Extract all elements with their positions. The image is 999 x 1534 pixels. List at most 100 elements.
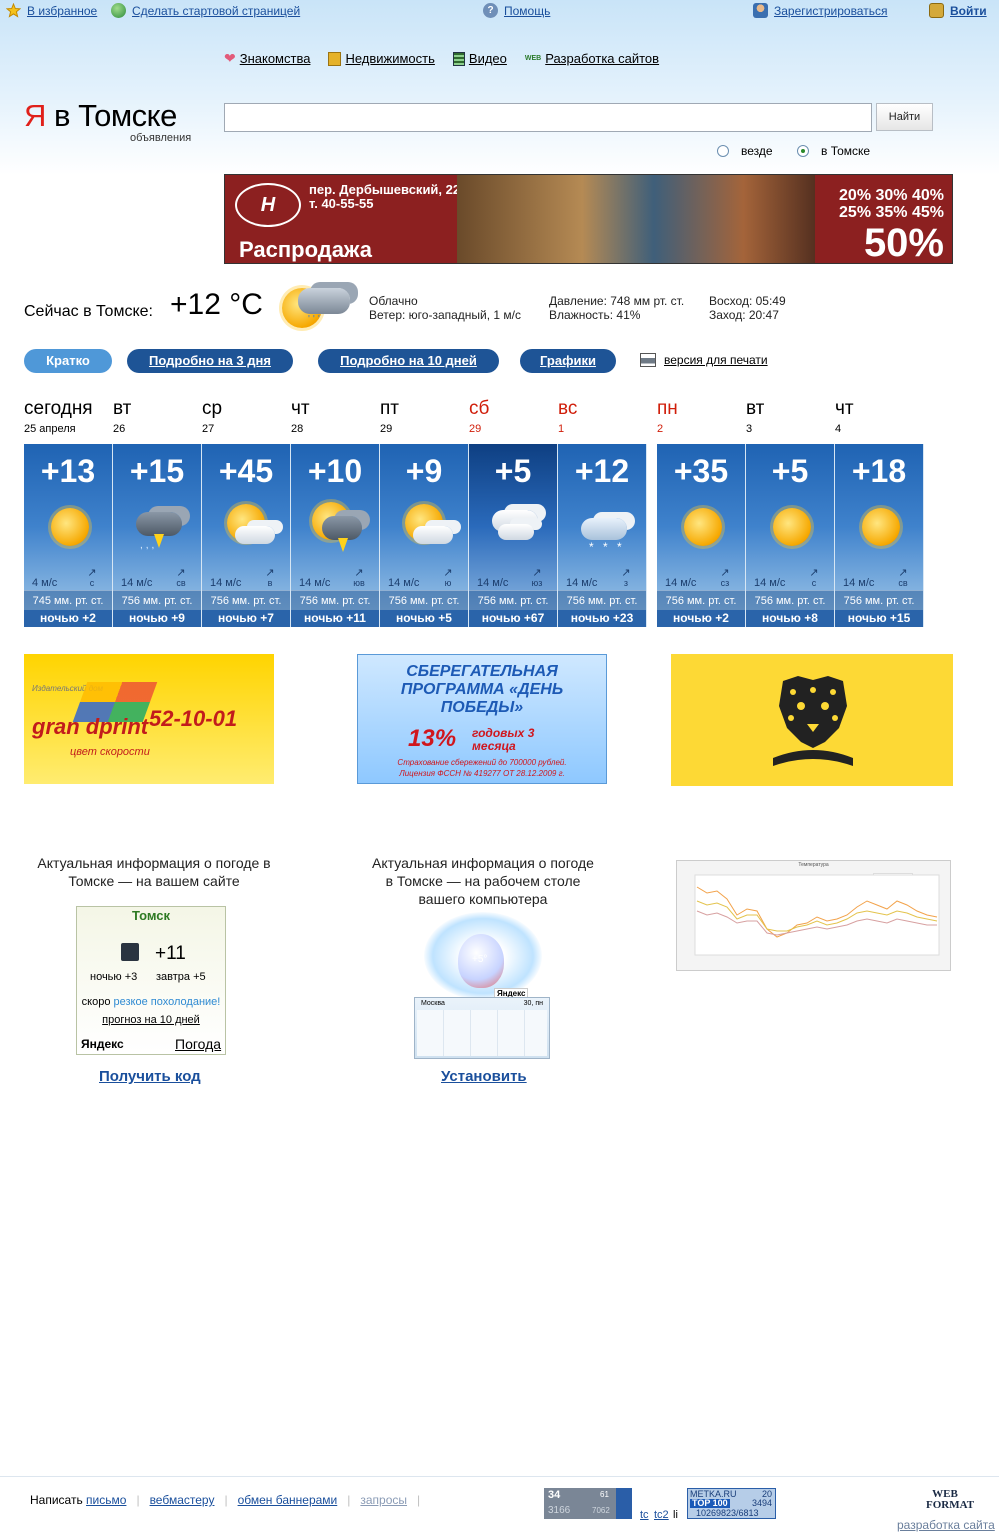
snow-cloud-icon: * * * xyxy=(577,500,629,554)
forecast-day-cell[interactable]: +5 14 м/с ↗ с 756 мм. рт. ст. ночью +8 xyxy=(746,444,835,627)
metka-top100-counter[interactable]: METKA.RU 20 TOP 100 3494 10269823/6813 xyxy=(687,1488,776,1519)
sun-rain-cloud-icon: ''' xyxy=(278,278,354,332)
site-logo[interactable]: Я в Томске xyxy=(24,98,177,134)
tab-brief[interactable]: Кратко xyxy=(24,349,112,373)
night-temp: ночью +2 xyxy=(657,610,745,627)
leopard-ad[interactable] xyxy=(671,654,953,786)
forecast-day-cell[interactable]: +10 14 м/с ↗ юв 756 мм. рт. ст. ночью +11 xyxy=(291,444,380,627)
wind-arrow-icon: ↗ xyxy=(443,567,453,579)
banner-address: пер. Дербышевский, 22 т. 40-55-55 xyxy=(309,182,461,211)
get-code-link[interactable]: Получить код xyxy=(99,1068,201,1085)
banner-discounts: 20% 30% 40% 25% 35% 45% 50% xyxy=(839,187,944,264)
wind-direction: ↗ св xyxy=(893,568,913,589)
furniture-photo xyxy=(457,175,815,263)
building-icon xyxy=(328,51,342,66)
radio-in-city[interactable]: в Томске xyxy=(797,144,870,158)
heart-icon: ❤ xyxy=(224,50,236,66)
footer-link-banner-exchange[interactable]: обмен баннерами xyxy=(238,1493,338,1507)
forecast-day-cell[interactable]: +9 14 м/с ↗ ю 756 мм. рт. ст. ночью +5 xyxy=(380,444,469,627)
wind-speed: 14 м/с xyxy=(566,577,598,589)
print-version-link[interactable]: версия для печати xyxy=(640,353,768,367)
search-button[interactable]: Найти xyxy=(876,103,933,131)
day-header: пт 29 xyxy=(380,398,469,435)
day-header: сб 29 xyxy=(469,398,558,435)
tc2-link[interactable]: tc2 xyxy=(654,1509,669,1521)
forecast-day-cell[interactable]: +13 4 м/с ↗ с 745 мм. рт. ст. ночью +2 xyxy=(24,444,113,627)
wind-speed: 4 м/с xyxy=(32,577,58,589)
wind-arrow-icon: ↗ xyxy=(809,567,819,579)
favorites-link[interactable]: В избранное xyxy=(5,2,97,18)
day-date: 25 апреля xyxy=(24,423,76,435)
day-date: 2 xyxy=(657,423,664,435)
forecast-day-cell[interactable]: +45 14 м/с ↗ в 756 мм. рт. ст. ночью +7 xyxy=(202,444,291,627)
tab-charts[interactable]: Графики xyxy=(520,349,616,373)
day-name: пн xyxy=(657,398,678,419)
day-date: 28 xyxy=(291,423,304,435)
install-link[interactable]: Установить xyxy=(441,1068,527,1085)
night-temp: ночью +9 xyxy=(113,610,201,627)
menu-item-dating[interactable]: ❤ Знакомства xyxy=(224,50,310,67)
sun-icon xyxy=(765,500,817,550)
day-date: 3 xyxy=(746,423,753,435)
menu-item-realty[interactable]: Недвижимость xyxy=(328,50,435,67)
menu-item-video[interactable]: Видео xyxy=(452,50,507,67)
start-page-link[interactable]: Сделать стартовой страницей xyxy=(111,3,300,18)
wind-speed: 14 м/с xyxy=(388,577,420,589)
forecast-day-cell[interactable]: +18 14 м/с ↗ св 756 мм. рт. ст. ночью +15 xyxy=(835,444,924,627)
day-temp: +35 xyxy=(673,453,729,489)
day-header: чт 28 xyxy=(291,398,380,435)
register-link[interactable]: Зарегистрироваться xyxy=(753,3,887,18)
day-name: чт xyxy=(835,398,854,419)
tab-three-days[interactable]: Подробно на 3 дня xyxy=(127,349,293,373)
forecast-day-cell[interactable]: +15,,, 14 м/с ↗ св 756 мм. рт. ст. ночью +9 xyxy=(113,444,202,627)
forecast-day-cell[interactable]: +12 * * * 14 м/с ↗ з 756 мм. рт. ст. ночью +23 xyxy=(558,444,647,627)
forecast-day-cell[interactable]: +5 14 м/с ↗ юз 756 мм. рт. ст. ночью +67 xyxy=(469,444,558,627)
lock-icon xyxy=(929,3,944,18)
film-icon xyxy=(452,51,465,66)
footer-links: Написать письмо | вебмастеру | обмен бан… xyxy=(30,1493,421,1507)
user-icon xyxy=(753,3,768,18)
wind-arrow-icon: ↗ xyxy=(720,567,730,579)
wind-direction: ↗ з xyxy=(616,568,636,589)
dev-site-link[interactable]: разработка сайта xyxy=(897,1518,995,1532)
footer-link-letter[interactable]: письмо xyxy=(86,1493,126,1507)
footer-link-webmaster[interactable]: вебмастеру xyxy=(150,1493,215,1507)
sun-icon xyxy=(676,500,728,550)
logo-subtitle: объявления xyxy=(130,132,192,144)
furniture-banner[interactable]: Н пер. Дербышевский, 22 т. 40-55-55 Расп… xyxy=(224,174,953,264)
sun-icon xyxy=(854,500,906,550)
li-label: li xyxy=(673,1509,678,1521)
search-input[interactable] xyxy=(224,103,872,132)
leopard-icon xyxy=(773,676,853,766)
forecast-day-cell[interactable]: +35 14 м/с ↗ сз 756 мм. рт. ст. ночью +2 xyxy=(657,444,746,627)
tc-link[interactable]: tc xyxy=(640,1509,649,1521)
sun-times-block: Восход: 05:49 Заход: 20:47 xyxy=(709,294,786,322)
weather-link[interactable]: Погода xyxy=(175,1036,221,1052)
radio-everywhere[interactable]: везде xyxy=(717,144,773,158)
menu-item-webdev[interactable]: WEB Разработка сайтов xyxy=(525,50,659,67)
day-temp: +5 xyxy=(771,453,809,489)
wind-speed: 14 м/с xyxy=(843,577,875,589)
grandprint-ad[interactable]: Издательский дом gran dprint цвет скорос… xyxy=(24,654,274,784)
login-link[interactable]: Войти xyxy=(929,3,987,18)
radio-circle-selected[interactable] xyxy=(797,145,809,157)
temperature-graph-thumbnail[interactable]: Температура Фактическое Ощущаемое Датчик xyxy=(676,860,951,971)
day-pressure: 756 мм. рт. ст. xyxy=(202,590,290,610)
day-temp: +15 xyxy=(129,453,185,489)
partly-cloudy-icon xyxy=(399,500,453,550)
wind-direction: ↗ юз xyxy=(527,568,547,589)
day-name: вс xyxy=(558,398,578,419)
day-name: вт xyxy=(113,398,132,419)
site-informer-preview: Томск +11 ночью +3 завтра +5 скоро резко… xyxy=(76,906,226,1055)
savings-program-ad[interactable]: СБЕРЕГАТЕЛЬНАЯ ПРОГРАММА «ДЕНЬ ПОБЕДЫ» 1… xyxy=(357,654,607,784)
wind-direction: ↗ св xyxy=(171,568,191,589)
ten-day-forecast-link[interactable]: прогноз на 10 дней xyxy=(77,1014,225,1026)
services-menu: ❤ Знакомства Недвижимость Видео WEB Разр… xyxy=(224,50,659,67)
radio-circle[interactable] xyxy=(717,145,729,157)
wind-arrow-icon: ↗ xyxy=(354,567,364,579)
footer-link-requests[interactable]: запросы xyxy=(360,1493,407,1507)
day-temp: +9 xyxy=(405,453,443,489)
liveinternet-counter[interactable]: 34 61 3166 7062 xyxy=(544,1488,632,1519)
tab-ten-days[interactable]: Подробно на 10 дней xyxy=(318,349,499,373)
help-link[interactable]: ? Помощь xyxy=(483,3,550,18)
